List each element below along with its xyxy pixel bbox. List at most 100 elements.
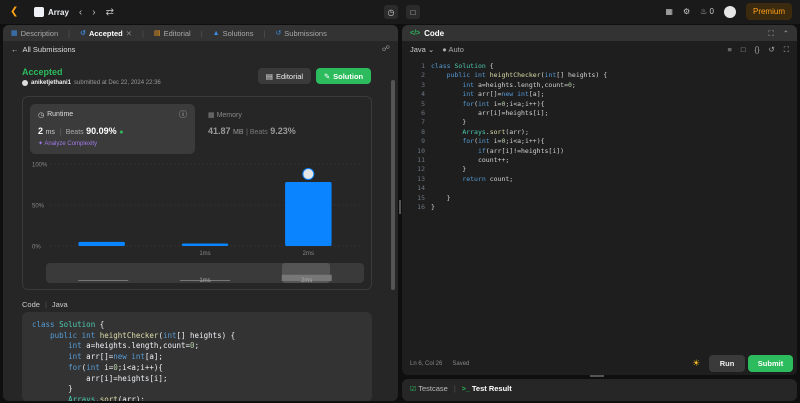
settings-gear-icon[interactable]: ⚙ (683, 7, 690, 16)
tab-description[interactable]: ▦ Description (11, 29, 58, 38)
notes-icon[interactable]: □ (406, 5, 420, 19)
line-number: 9 (421, 137, 425, 146)
language-row: Java ⌄ ● Auto (410, 45, 464, 54)
runtime-value: 2 ms | Beats 90.09% ● (38, 126, 123, 136)
prev-problem-icon[interactable]: ‹ (79, 7, 82, 18)
tab-test-result[interactable]: >_ Test Result (462, 384, 512, 393)
your-submission-avatar (302, 168, 315, 181)
runtime-unit: ms (45, 129, 55, 136)
next-problem-icon[interactable]: › (92, 7, 95, 18)
tab-solutions[interactable]: ▲ Solutions (213, 29, 254, 38)
line-number: 8 (421, 127, 425, 136)
tab-testcase-label: Testcase (418, 384, 448, 393)
problem-list-button[interactable]: Array (34, 7, 69, 17)
auto-toggle[interactable]: ● Auto (442, 45, 464, 54)
close-tab-icon[interactable]: ✕ (126, 29, 132, 38)
editor-header: </> Code (402, 25, 797, 41)
streak-count: 0 (709, 7, 714, 16)
editor-title: Code (424, 28, 445, 38)
tab-testcase[interactable]: ☑ Testcase (410, 384, 448, 393)
editorial-button[interactable]: ▤ Editorial (258, 68, 311, 84)
shuffle-icon[interactable]: ⇄ (106, 7, 114, 18)
tab-test-result-label: Test Result (471, 384, 512, 393)
code-line: arr[i]=heights[i]; (32, 373, 168, 383)
language-select[interactable]: Java ⌄ (410, 45, 434, 54)
code-brackets-icon: </> (410, 29, 421, 37)
mini-bar (78, 280, 129, 281)
tab-divider: | (68, 28, 71, 38)
share-link-icon[interactable]: ☍ (382, 44, 390, 53)
analyze-complexity-label: Analyze Complexity (44, 141, 98, 147)
tab-accepted[interactable]: ↺ Accepted ✕ (80, 29, 132, 38)
braces-icon[interactable]: {} (754, 45, 759, 55)
premium-button[interactable]: Premium (745, 3, 792, 20)
runtime-beats-label: Beats (65, 129, 84, 136)
streak-counter[interactable]: ♨ 0 (700, 7, 714, 16)
runtime-title: ◷ Runtime (38, 111, 73, 119)
runtime-card[interactable]: ◷ Runtime ⓘ 2 ms | Beats 90.09% ● ✦ Anal… (30, 104, 195, 154)
tab-accepted-label: Accepted (88, 28, 123, 38)
chart-bar[interactable] (181, 243, 229, 246)
format-icon[interactable]: ≡ (728, 45, 732, 55)
code-line: } (431, 165, 467, 174)
line-number: 12 (417, 165, 425, 174)
tab-editorial[interactable]: ▤ Editorial (154, 29, 191, 38)
code-line: int a=heights.length,count=0; (462, 80, 576, 89)
console-panel: ☑ Testcase | >_ Test Result (402, 379, 797, 401)
submissions-history-icon: ↺ (275, 30, 282, 37)
code-line: } (32, 384, 73, 394)
tab-solutions-label: Solutions (222, 28, 254, 38)
memory-value: 41.87 MB | Beats 9.23% (208, 126, 296, 136)
leetcode-logo-icon[interactable]: ❮ (10, 7, 20, 17)
reset-icon[interactable]: ↺ (768, 45, 774, 55)
editorial-button-label: Editorial (275, 71, 304, 81)
distribution-range-slider[interactable]: 1ms 2ms (46, 263, 364, 283)
solution-button-label: Solution (333, 71, 364, 81)
sparkle-icon: ✦ (38, 141, 44, 147)
vertical-resize-handle[interactable] (590, 375, 604, 377)
line-number: 6 (421, 109, 425, 117)
top-bar: ❮ Array ‹ › ⇄ ◷ □ ▦ ⚙ ♨ 0 Premium (0, 0, 800, 24)
panel-resize-handle[interactable] (399, 200, 401, 214)
memory-beats-pct: 9.23% (270, 126, 296, 136)
line-number: 3 (421, 80, 425, 89)
code-line: } (431, 118, 467, 127)
line-number: 14 (417, 184, 425, 193)
timer-icon[interactable]: ◷ (384, 5, 398, 19)
solution-button[interactable]: ✎ Solution (316, 68, 371, 84)
y-tick-label: 50% (32, 204, 45, 210)
left-panel-scrollbar[interactable] (391, 80, 395, 290)
layout-icon[interactable]: ▦ (665, 7, 673, 16)
problem-list-label: Array (48, 7, 69, 17)
chart-bar[interactable] (285, 182, 332, 246)
rank-badge-icon: ● (119, 129, 124, 136)
runtime-distribution-chart[interactable]: 100% 50% 0% 1ms 2ms (30, 158, 366, 258)
hint-lightbulb-icon[interactable]: ☀ (692, 358, 700, 369)
line-number: 4 (421, 90, 425, 99)
cursor-position: Ln 6, Col 26 (410, 361, 443, 367)
username[interactable]: aniketjethani1 (31, 80, 71, 86)
fullscreen-icon[interactable]: ⛶ (784, 45, 789, 55)
mini-tick-label: 1ms (199, 278, 210, 283)
info-icon[interactable]: ⓘ (179, 109, 187, 120)
expand-icon[interactable]: ⛶ (768, 29, 773, 39)
collapse-chevron-icon[interactable]: ⌃ (783, 29, 789, 39)
analyze-complexity-link[interactable]: ✦ Analyze Complexity (38, 140, 97, 147)
code-line: if(arr[i]!=heights[i]) (477, 146, 565, 155)
run-button[interactable]: Run (709, 355, 745, 372)
user-avatar[interactable] (723, 5, 736, 18)
tab-submissions[interactable]: ↺ Submissions (275, 29, 326, 38)
code-line: Arrays.sort(arr); (462, 127, 529, 136)
all-submissions-link[interactable]: ← All Submissions (11, 45, 75, 54)
submitted-code-block[interactable]: class Solution { public int heightChecke… (22, 312, 372, 401)
code-line: int arr[]=new int[a]; (462, 90, 545, 99)
submit-button[interactable]: Submit (748, 355, 793, 372)
chart-bar[interactable] (78, 241, 125, 246)
code-line: class Solution { (431, 62, 494, 70)
mini-tick-label: 2ms (301, 278, 312, 283)
bookmark-icon[interactable]: □ (741, 45, 746, 55)
line-number: 15 (417, 193, 425, 202)
language-select-label: Java (410, 45, 426, 54)
back-arrow-icon: ← (11, 45, 19, 54)
memory-title[interactable]: ▦ Memory (208, 111, 242, 119)
